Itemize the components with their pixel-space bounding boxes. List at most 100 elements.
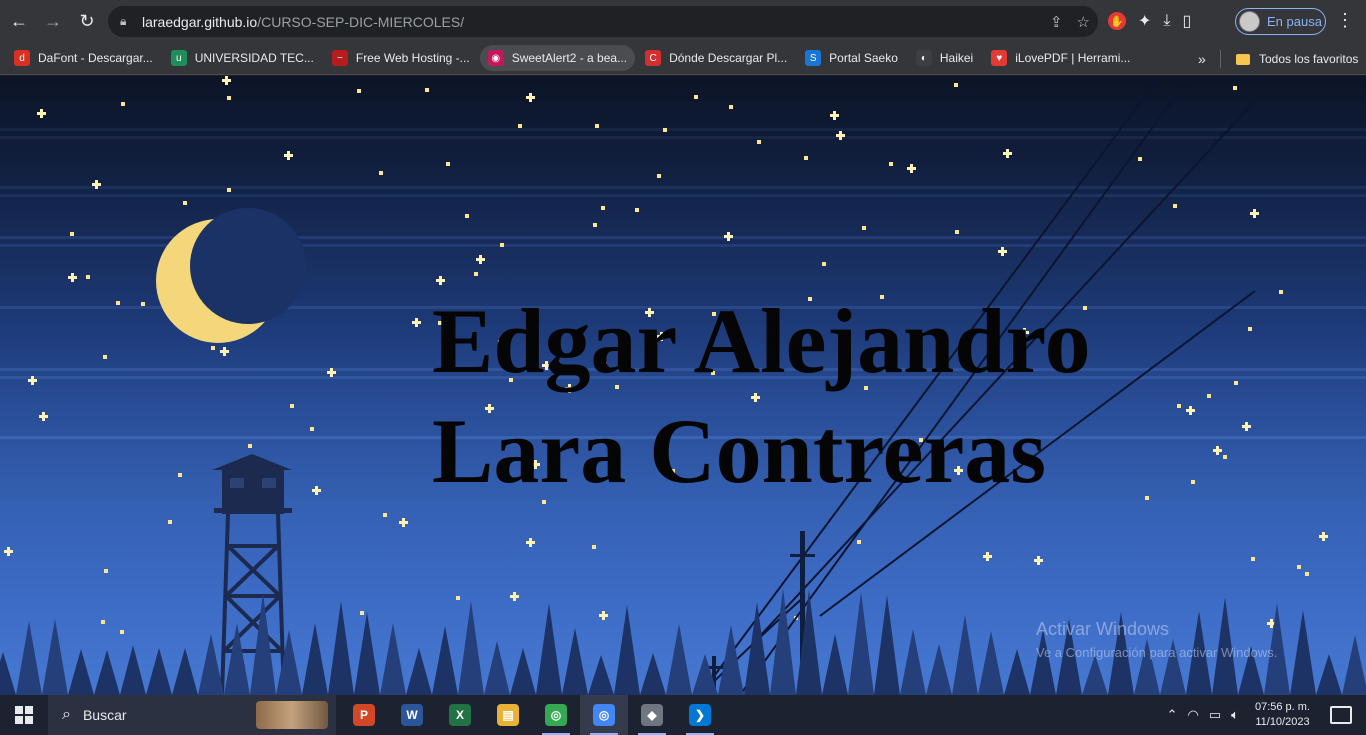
extension-hand-icon[interactable]: ✋ — [1108, 12, 1126, 30]
arrow-right-icon: → — [44, 10, 62, 31]
pine-tree — [276, 630, 302, 695]
bookmark-favicon-icon: S — [805, 50, 822, 66]
bookmark-item[interactable]: d DaFont - Descargar... — [6, 45, 161, 71]
search-icon: ⌕ — [62, 706, 71, 723]
pine-tree — [432, 626, 458, 695]
search-placeholder: Buscar — [82, 707, 127, 723]
bookmark-item[interactable]: u UNIVERSIDAD TEC... — [163, 45, 322, 71]
bookmark-label: Dónde Descargar Pl... — [669, 51, 788, 65]
taskbar-app-word[interactable]: W — [388, 695, 436, 735]
pine-tree — [900, 629, 926, 695]
notifications-icon[interactable] — [1330, 706, 1352, 724]
pine-tree — [42, 619, 68, 695]
bookmark-label: Portal Saeko — [829, 51, 898, 65]
bookmark-favicon-icon: C — [645, 50, 662, 66]
back-button[interactable]: ← — [4, 6, 34, 36]
pine-tree — [510, 648, 536, 695]
taskbar-app-powerpoint[interactable]: P — [340, 695, 388, 735]
watchtower-illustration — [212, 454, 292, 695]
bookmarks-bar: d DaFont - Descargar... u UNIVERSIDAD TEC..… — [0, 42, 1366, 75]
powerpoint-icon: P — [353, 704, 375, 726]
bookmark-item[interactable]: S Portal Saeko — [797, 45, 906, 71]
pine-tree — [562, 628, 588, 695]
clock[interactable]: 07:56 p. m. 11/10/2023 — [1255, 700, 1310, 730]
pine-tree — [952, 615, 978, 695]
taskbar-app-excel[interactable]: X — [436, 695, 484, 735]
vscode-icon: ❯ — [689, 704, 711, 726]
pine-tree — [536, 603, 562, 695]
pine-tree — [198, 634, 224, 695]
bookmarks-divider — [1220, 50, 1221, 68]
side-panel-icon[interactable]: ▯ — [1182, 11, 1191, 31]
extensions-puzzle-icon[interactable]: ✦ — [1138, 11, 1151, 31]
moon-icon — [156, 208, 306, 343]
pine-tree — [484, 641, 510, 695]
bookmark-item[interactable]: ◉ SweetAlert2 - a bea... — [479, 45, 636, 71]
battery-icon[interactable]: ▭ — [1209, 707, 1221, 723]
profile-button[interactable]: En pausa — [1235, 8, 1326, 35]
url-text[interactable]: laraedgar.github.io/CURSO-SEP-DIC-MIERCO… — [142, 14, 464, 30]
pine-tree — [146, 648, 172, 695]
pine-tree — [874, 595, 900, 695]
bookmark-item[interactable]: ~ Free Web Hosting -... — [324, 45, 478, 71]
address-bar[interactable]: 🔒︎ laraedgar.github.io/CURSO-SEP-DIC-MIE… — [108, 6, 1098, 37]
taskbar-app-chrome-profile[interactable]: ◎ — [580, 695, 628, 735]
taskbar-app-vscode[interactable]: ❯ — [676, 695, 724, 735]
arrow-left-icon: ← — [10, 10, 28, 31]
profile-status-label: En pausa — [1267, 14, 1322, 29]
pine-tree — [796, 590, 822, 695]
share-icon[interactable]: ⇪ — [1050, 13, 1063, 31]
pine-tree — [224, 623, 250, 695]
pine-tree — [380, 623, 406, 695]
more-bookmarks-button[interactable]: » — [1198, 42, 1206, 75]
forward-button[interactable]: → — [38, 6, 68, 36]
all-favorites-label: Todos los favoritos — [1259, 52, 1359, 66]
pine-tree — [1004, 649, 1030, 695]
pine-tree — [354, 612, 380, 695]
taskbar-search[interactable]: ⌕ Buscar — [48, 695, 336, 735]
pine-tree — [328, 601, 354, 695]
site-info-icon[interactable]: 🔒︎ — [120, 14, 136, 29]
browser-toolbar: ← → ↻ 🔒︎ laraedgar.github.io/CURSO-SEP-D… — [0, 0, 1366, 42]
file-explorer-icon: ▤ — [497, 704, 519, 726]
volume-muted-icon[interactable]: 🔈︎ — [1231, 707, 1239, 723]
clock-date: 11/10/2023 — [1255, 716, 1310, 728]
pine-tree — [302, 623, 328, 695]
pine-tree — [718, 625, 744, 695]
pine-tree — [1342, 635, 1366, 695]
heading-line-2: Lara Contreras — [432, 400, 1047, 502]
pine-tree — [1316, 654, 1342, 695]
bookmark-label: SweetAlert2 - a bea... — [511, 51, 628, 65]
download-icon[interactable]: ⤓ — [1163, 12, 1170, 30]
bookmark-label: UNIVERSIDAD TEC... — [194, 51, 314, 65]
chevron-up-icon[interactable]: ⌃ — [1167, 707, 1178, 723]
kebab-menu-icon[interactable]: ⋮ — [1336, 10, 1354, 31]
bookmark-item[interactable]: ♥ iLovePDF | Herrami... — [983, 45, 1138, 71]
pine-tree — [666, 624, 692, 695]
windows-activation-watermark: Activar Windows Ve a Configuración para … — [1036, 619, 1277, 660]
pine-tree — [926, 644, 952, 695]
reload-button[interactable]: ↻ — [72, 6, 102, 36]
chrome-icon: ◎ — [545, 704, 567, 726]
taskbar-app-file-explorer[interactable]: ▤ — [484, 695, 532, 735]
reload-icon: ↻ — [79, 10, 95, 31]
bookmark-label: Haikei — [939, 51, 974, 65]
bookmark-star-icon[interactable]: ☆ — [1077, 13, 1090, 31]
pine-tree — [0, 652, 16, 695]
start-button[interactable] — [0, 695, 48, 735]
taskbar-app-git[interactable]: ◆ — [628, 695, 676, 735]
taskbar-app-chrome[interactable]: ◎ — [532, 695, 580, 735]
page-viewport: Edgar Alejandro Lara Contreras Activar W… — [0, 76, 1366, 695]
all-favorites-folder[interactable]: Todos los favoritos — [1228, 46, 1366, 72]
word-icon: W — [401, 704, 423, 726]
windows-logo-icon — [15, 706, 33, 724]
bookmark-label: iLovePDF | Herrami... — [1015, 51, 1131, 65]
bookmark-item[interactable]: ◐ Haikei — [908, 45, 981, 71]
pine-tree — [640, 653, 666, 695]
clock-time: 07:56 p. m. — [1254, 701, 1310, 713]
bookmark-item[interactable]: C Dónde Descargar Pl... — [637, 45, 795, 71]
pine-tree — [978, 631, 1004, 695]
pine-tree — [848, 592, 874, 695]
wifi-icon[interactable]: ◠ — [1188, 707, 1199, 723]
pine-tree — [458, 601, 484, 695]
